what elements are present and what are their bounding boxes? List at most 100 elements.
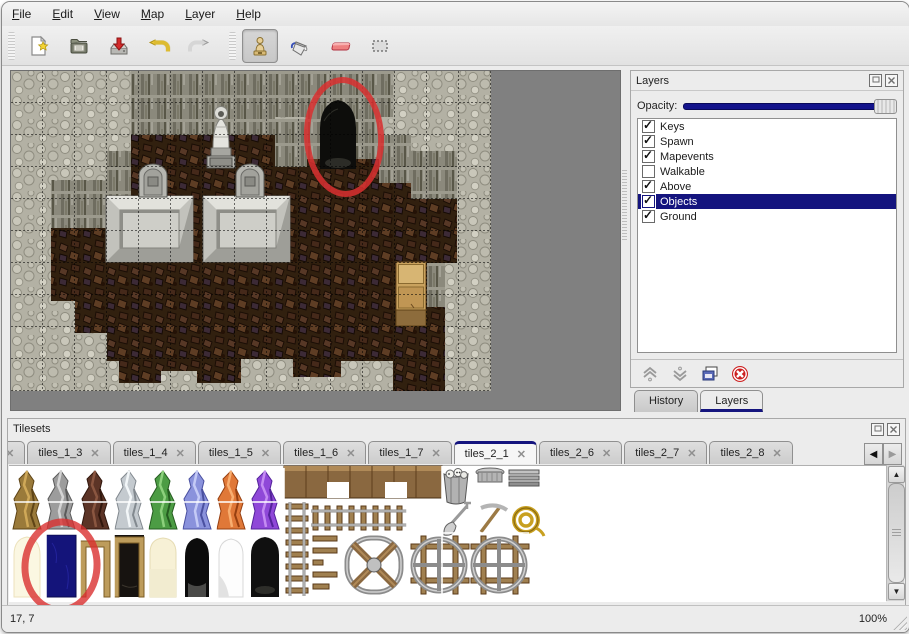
eraser-tool-button[interactable] xyxy=(322,29,358,63)
tileset-tab-tiles_1_6[interactable]: tiles_1_6 ✕ xyxy=(283,441,366,464)
close-tab-icon[interactable]: ✕ xyxy=(176,447,185,460)
layer-row-walkable[interactable]: Walkable xyxy=(638,164,896,179)
undo-button[interactable] xyxy=(141,29,177,63)
open-map-button[interactable] xyxy=(61,29,97,63)
new-file-icon xyxy=(27,34,51,58)
close-tab-icon[interactable]: ✕ xyxy=(431,447,440,460)
tab-layers[interactable]: Layers xyxy=(700,390,763,412)
layer-row-mapevents[interactable]: ✓ Mapevents xyxy=(638,149,896,164)
close-tab-icon[interactable]: ✕ xyxy=(602,447,611,460)
layer-name: Walkable xyxy=(660,166,705,178)
tile-cave-entrance[interactable] xyxy=(251,537,279,597)
tileset-tab-5[interactable]: 5✕ xyxy=(8,441,25,464)
scroll-down-button[interactable]: ▼ xyxy=(888,583,905,600)
layer-row-ground[interactable]: ✓Ground xyxy=(638,209,896,224)
raise-layer-icon xyxy=(640,364,660,384)
close-panel-icon[interactable] xyxy=(887,423,900,436)
close-tab-icon[interactable]: ✕ xyxy=(517,448,526,461)
layer-visibility-checkbox[interactable] xyxy=(642,165,655,178)
tab-label: tiles_1_3 xyxy=(38,447,82,459)
duplicate-layer-button[interactable] xyxy=(695,362,725,386)
tab-label: tiles_2_8 xyxy=(720,447,764,459)
tileset-tab-tiles_1_5[interactable]: tiles_1_5✕ xyxy=(198,441,281,464)
stamp-tool-button[interactable] xyxy=(242,29,278,63)
float-panel-icon[interactable] xyxy=(869,74,882,87)
tab-history[interactable]: History xyxy=(634,390,698,412)
menu-help[interactable]: Help xyxy=(236,7,261,21)
tileset-scrollbar[interactable]: ▲ ▼ xyxy=(886,465,904,601)
menubar: File Edit View Map Layer Help xyxy=(2,2,909,26)
toolbar-drag-handle[interactable] xyxy=(229,32,236,60)
redo-button[interactable] xyxy=(181,29,217,63)
layer-visibility-checkbox[interactable]: ✓ xyxy=(642,120,655,133)
toolbar xyxy=(2,26,909,66)
layer-visibility-checkbox[interactable]: ✓ xyxy=(642,210,655,223)
window-resize-grip[interactable] xyxy=(893,616,907,630)
tile-pale-door[interactable] xyxy=(150,538,176,597)
tabs-scroll-left-button[interactable]: ◀ xyxy=(864,443,883,465)
close-tab-icon[interactable]: ✕ xyxy=(261,447,270,460)
layer-visibility-checkbox[interactable]: ✓ xyxy=(642,150,655,163)
layer-name: Mapevents xyxy=(660,151,714,163)
tile-metal-bars[interactable] xyxy=(509,470,539,486)
opacity-slider[interactable] xyxy=(683,98,897,113)
scrollbar-thumb[interactable] xyxy=(888,483,905,583)
close-tab-icon[interactable]: ✕ xyxy=(90,447,99,460)
layer-row-keys[interactable]: ✓Keys xyxy=(638,119,896,134)
float-panel-icon[interactable] xyxy=(871,423,884,436)
layer-row-spawn[interactable]: ✓ Spawn xyxy=(638,134,896,149)
layers-panel-title: Layers xyxy=(636,75,866,87)
layer-visibility-checkbox[interactable]: ✓ xyxy=(642,195,655,208)
tabs-scroll-right-button[interactable]: ▶ xyxy=(883,443,902,465)
tile-black-cloak[interactable] xyxy=(185,538,209,597)
scroll-up-button[interactable]: ▲ xyxy=(888,466,905,483)
layer-row-objects[interactable]: ✓ Objects xyxy=(638,194,896,209)
tileset-view[interactable] xyxy=(9,465,886,602)
tile-blue-door[interactable] xyxy=(46,535,76,597)
tileset-tab-tiles_2_8[interactable]: tiles_2_8 ✕ xyxy=(709,441,792,464)
rect-select-tool-button[interactable] xyxy=(362,29,398,63)
layer-row-above[interactable]: ✓ Above xyxy=(638,179,896,194)
save-map-button[interactable] xyxy=(101,29,137,63)
tileset-tab-tiles_2_6[interactable]: tiles_2_6✕ xyxy=(539,441,622,464)
fill-tool-button[interactable] xyxy=(282,29,318,63)
tile-dark-doorway[interactable] xyxy=(114,535,144,597)
menu-edit[interactable]: Edit xyxy=(52,7,73,21)
layer-visibility-checkbox[interactable]: ✓ xyxy=(642,135,655,148)
new-map-button[interactable] xyxy=(21,29,57,63)
tileset-tab-tiles_1_4[interactable]: tiles_1_4✕ xyxy=(113,441,196,464)
canvas-dock-splitter[interactable] xyxy=(621,70,629,411)
lower-layer-button[interactable] xyxy=(665,362,695,386)
delete-layer-button[interactable] xyxy=(725,362,755,386)
stamp-icon xyxy=(248,34,272,58)
tileset-tab-tiles_2_7[interactable]: tiles_2_7✕ xyxy=(624,441,707,464)
tile-wood-planks[interactable] xyxy=(284,466,442,498)
toolbar-drag-handle[interactable] xyxy=(8,32,15,60)
tile-barrel-of-skulls[interactable] xyxy=(444,469,468,505)
close-tab-icon[interactable]: ✕ xyxy=(346,447,355,460)
menu-layer[interactable]: Layer xyxy=(185,7,215,21)
close-tab-icon[interactable]: ✕ xyxy=(8,447,14,460)
tile-white-arch[interactable] xyxy=(219,539,243,597)
statusbar: 17, 7 100% xyxy=(2,605,909,632)
tab-label: tiles_1_6 xyxy=(294,447,338,459)
close-tab-icon[interactable]: ✕ xyxy=(773,447,782,460)
tileset-tab-tiles_1_3[interactable]: tiles_1_3 ✕ xyxy=(27,441,110,464)
opacity-slider-thumb[interactable] xyxy=(874,99,897,114)
layer-name: Objects xyxy=(660,196,697,208)
menu-map[interactable]: Map xyxy=(141,7,164,21)
menu-file[interactable]: File xyxy=(12,7,31,21)
map-canvas[interactable] xyxy=(10,70,621,411)
lower-layer-icon xyxy=(670,364,690,384)
raise-layer-button[interactable] xyxy=(635,362,665,386)
close-panel-icon[interactable] xyxy=(885,74,898,87)
layer-name: Above xyxy=(660,181,691,193)
close-tab-icon[interactable]: ✕ xyxy=(687,447,696,460)
layer-visibility-checkbox[interactable]: ✓ xyxy=(642,180,655,193)
menu-view[interactable]: View xyxy=(94,7,120,21)
tile-column-piece[interactable] xyxy=(476,468,504,482)
tileset-tab-tiles_1_7[interactable]: tiles_1_7✕ xyxy=(368,441,451,464)
layer-name: Spawn xyxy=(660,136,694,148)
tileset-tab-tiles_2_1[interactable]: tiles_2_1✕ xyxy=(454,441,537,464)
tileset-tabs: 5✕tiles_1_3✕tiles_1_4✕tiles_1_5✕tiles_1_… xyxy=(8,441,865,465)
